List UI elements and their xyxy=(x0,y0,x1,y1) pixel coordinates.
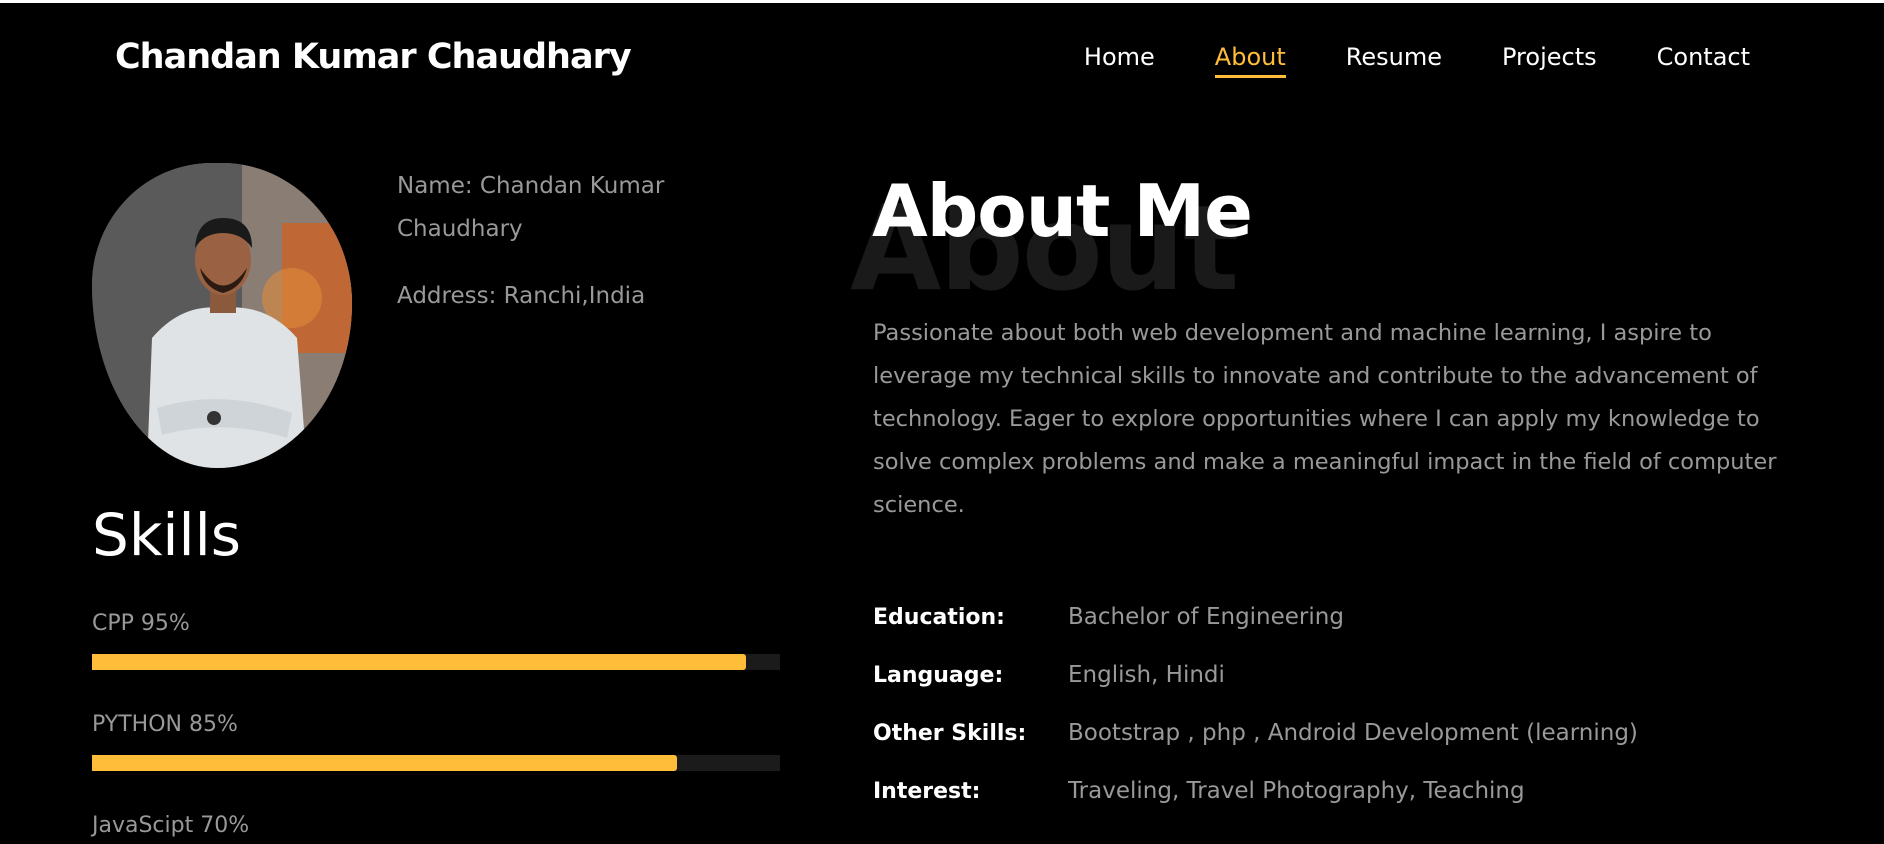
about-title: About Me xyxy=(872,169,1253,253)
fact-row-interest: Interest: Traveling, Travel Photography,… xyxy=(873,762,1803,820)
about-description: Passionate about both web development an… xyxy=(873,320,1777,518)
fact-value: Bachelor of Engineering xyxy=(1068,604,1344,630)
fact-value: English, Hindi xyxy=(1068,662,1225,688)
nav-projects[interactable]: Projects xyxy=(1502,43,1597,78)
fact-row-language: Language: English, Hindi xyxy=(873,646,1803,704)
nav-contact[interactable]: Contact xyxy=(1657,43,1750,78)
fact-value: Bootstrap , php , Android Development (l… xyxy=(1068,720,1638,746)
fact-row-education: Education: Bachelor of Engineering xyxy=(873,588,1803,646)
skill-bar-track xyxy=(92,654,780,670)
skill-bar-track xyxy=(92,755,780,771)
skill-label: PYTHON 85% xyxy=(92,712,238,737)
skill-label: JavaScipt 70% xyxy=(92,813,250,838)
profile-photo xyxy=(92,163,352,468)
fact-key: Education: xyxy=(873,604,1005,630)
skills-title: Skills xyxy=(92,501,241,569)
nav-resume[interactable]: Resume xyxy=(1346,43,1442,78)
page: Chandan Kumar Chaudhary Home About Resum… xyxy=(0,0,1884,844)
nav-home[interactable]: Home xyxy=(1084,43,1155,78)
about-facts: Education: Bachelor of Engineering Langu… xyxy=(873,588,1803,820)
profile-info: Name: Chandan Kumar Chaudhary Address: R… xyxy=(397,165,717,342)
skill-item: PYTHON 85% xyxy=(92,712,780,771)
site-brand[interactable]: Chandan Kumar Chaudhary xyxy=(115,37,632,77)
skill-bar-fill xyxy=(92,654,746,670)
fact-key: Interest: xyxy=(873,778,981,804)
profile-address: Address: Ranchi,India xyxy=(397,283,646,309)
fact-key: Other Skills: xyxy=(873,720,1027,746)
skill-bar-fill xyxy=(92,755,677,771)
skill-item: CPP 95% xyxy=(92,611,780,670)
main-nav: Home About Resume Projects Contact xyxy=(1084,43,1750,78)
fact-key: Language: xyxy=(873,662,1004,688)
skill-label: CPP 95% xyxy=(92,611,190,636)
nav-about[interactable]: About xyxy=(1214,43,1286,78)
profile-name: Name: Chandan Kumar Chaudhary xyxy=(397,173,665,242)
fact-value: Traveling, Travel Photography, Teaching xyxy=(1068,778,1525,804)
skill-item: JavaScipt 70% xyxy=(92,813,780,844)
fact-row-other-skills: Other Skills: Bootstrap , php , Android … xyxy=(873,704,1803,762)
